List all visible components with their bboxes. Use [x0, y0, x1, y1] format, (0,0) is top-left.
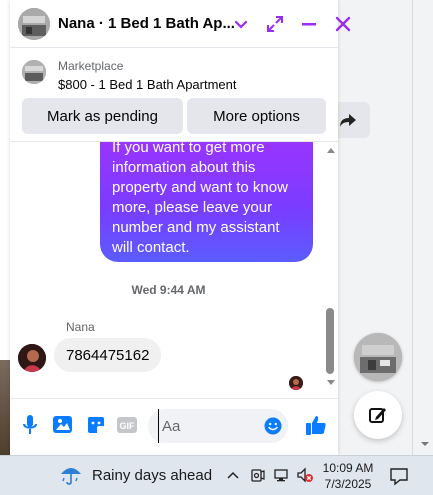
- chevron-down-icon[interactable]: [229, 12, 253, 36]
- clock-date: 7/3/2025: [324, 477, 372, 491]
- header-actions: [229, 12, 355, 36]
- background-photo: [0, 360, 10, 455]
- umbrella-icon: [61, 468, 81, 485]
- chat-window: Nana · 1 Bed 1 Bath Ap... Marketplace $8…: [10, 0, 351, 455]
- network-icon[interactable]: [272, 466, 290, 484]
- conversation-title[interactable]: Nana · 1 Bed 1 Bath Ap...: [58, 15, 235, 32]
- message-line: property and want to know: [112, 179, 288, 196]
- scroll-down-arrow[interactable]: [327, 380, 335, 385]
- microphone-icon[interactable]: [18, 413, 42, 437]
- incoming-message-bubble[interactable]: 7864475162: [54, 338, 162, 372]
- close-icon[interactable]: [331, 12, 355, 36]
- notification-icon[interactable]: [389, 466, 409, 486]
- volume-muted-icon[interactable]: [296, 466, 314, 484]
- message-line: information about this: [112, 159, 256, 176]
- mark-as-pending-button[interactable]: Mark as pending: [22, 98, 183, 134]
- page-scroll-down-arrow[interactable]: [420, 436, 430, 446]
- message-line: If you want to get more: [112, 142, 265, 156]
- sender-avatar[interactable]: [18, 344, 46, 372]
- message-composer: GIF: [10, 398, 338, 455]
- background-divider: [412, 0, 413, 455]
- scrollbar-thumb[interactable]: [326, 308, 334, 374]
- gif-label: GIF: [120, 421, 136, 431]
- listing-title[interactable]: $800 - 1 Bed 1 Bath Apartment: [58, 77, 237, 92]
- conversation-avatar[interactable]: [18, 8, 50, 40]
- marketplace-listing-card: Marketplace $800 - 1 Bed 1 Bath Apartmen…: [10, 52, 338, 142]
- system-tray: [224, 466, 314, 484]
- message-line: number and my assistant: [112, 219, 280, 236]
- message-line: will contact.: [112, 239, 190, 256]
- message-line: more, please leave your: [112, 199, 273, 216]
- message-input-box[interactable]: [148, 409, 288, 443]
- scroll-up-arrow[interactable]: [327, 148, 335, 153]
- sticker-icon[interactable]: [84, 413, 108, 437]
- photo-icon[interactable]: [51, 413, 75, 437]
- message-scrollbar[interactable]: [324, 142, 338, 392]
- marketplace-label: Marketplace: [58, 59, 124, 73]
- minimize-icon[interactable]: [297, 12, 321, 36]
- clock-time: 10:09 AM: [322, 461, 374, 475]
- emoji-icon[interactable]: [264, 417, 282, 435]
- sender-name: Nana: [66, 320, 95, 334]
- more-options-button[interactable]: More options: [187, 98, 326, 134]
- meet-now-icon[interactable]: [248, 466, 266, 484]
- weather-text: Rainy days ahead: [92, 466, 213, 484]
- system-clock[interactable]: 10:09 AM 7/3/2025: [318, 460, 378, 492]
- share-icon: [340, 114, 356, 127]
- seen-indicator-avatar: [289, 376, 303, 390]
- weather-widget[interactable]: Rainy days ahead: [60, 464, 212, 486]
- chathead-avatar[interactable]: [354, 333, 402, 381]
- taskbar: Rainy days ahead 10:09 AM 7/3/2025: [0, 455, 433, 495]
- compose-icon: [369, 408, 386, 423]
- expand-icon[interactable]: [263, 12, 287, 36]
- chevron-up-icon[interactable]: [224, 466, 242, 484]
- listing-thumbnail[interactable]: [22, 60, 46, 84]
- background-right-panel: [338, 0, 433, 455]
- new-message-button[interactable]: [354, 391, 402, 439]
- message-input[interactable]: [158, 409, 258, 443]
- thumbs-up-icon[interactable]: [304, 413, 328, 437]
- outgoing-message-bubble[interactable]: If you want to get more information abou…: [100, 142, 313, 262]
- gif-icon[interactable]: GIF: [116, 413, 138, 437]
- date-separator: Wed 9:44 AM: [131, 283, 206, 297]
- message-list: If you want to get more information abou…: [10, 142, 338, 392]
- chat-header: Nana · 1 Bed 1 Bath Ap...: [10, 0, 351, 48]
